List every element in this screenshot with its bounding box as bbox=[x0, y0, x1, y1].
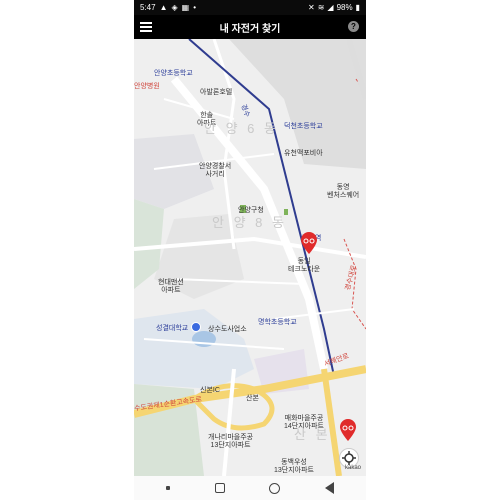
bike-pin-icon[interactable] bbox=[340, 419, 356, 441]
battery-percent: 98% bbox=[336, 3, 353, 12]
signal-icon: ◢ bbox=[327, 3, 334, 12]
map-label-gaenari-line2: 13단지아파트 bbox=[210, 442, 251, 449]
map-label-dongbo-line2: 13단지아파트 bbox=[274, 467, 314, 474]
map-label-hospital: 안양병원 bbox=[134, 83, 160, 90]
map-label-yuchun: 유천맥포비아 bbox=[284, 150, 323, 157]
map-label-dongil: 동일 테크노타운 bbox=[288, 258, 320, 274]
calendar-icon: ▦ bbox=[181, 3, 190, 12]
battery-icon: ▮ bbox=[355, 3, 360, 12]
map-label-hyundai: 현대맨션 아파트 bbox=[158, 279, 184, 295]
map-label-hyundai-line2: 아파트 bbox=[161, 287, 181, 294]
map-label-myeonghak-elem: 명학초등학교 bbox=[258, 319, 297, 326]
circle-home-icon[interactable] bbox=[269, 482, 281, 494]
map-label-dongbo-line1: 동백우성 bbox=[281, 459, 307, 466]
map-label-sinbon: 산본 bbox=[246, 395, 259, 402]
bike-pin-icon[interactable] bbox=[301, 232, 317, 254]
map-label-anyang8dong: 안 양 8 동 bbox=[212, 215, 287, 230]
square-icon[interactable] bbox=[214, 483, 225, 493]
map-label-sinbon-ic: 신본IC bbox=[200, 387, 220, 394]
map-label-dongil-line1: 동일 bbox=[297, 258, 311, 265]
warning-icon: ▲ bbox=[159, 3, 168, 12]
map-label-dongyang: 동영 벤처스퀘어 bbox=[327, 184, 359, 200]
status-bar: 5:47 ▲ ◈ ▦ • ✕ ≋ ◢ 98% ▮ bbox=[134, 0, 366, 15]
map-label-hanul-apt-line1: 한솔 bbox=[200, 112, 214, 119]
map-label-gaenari: 개나리마을주공 13단지아파트 bbox=[208, 434, 253, 450]
map-label-anyang6dong: 안 양 6 동 bbox=[204, 121, 279, 136]
map-label-police: 안양경찰서 사거리 bbox=[199, 163, 231, 179]
map-label-police-line2: 사거리 bbox=[205, 171, 225, 178]
map-view[interactable]: 안양초등학교 안양병원 아발론호텔 한솔 아파트 안 양 6 동 안양경찰서 사… bbox=[134, 39, 366, 476]
map-label-dongyang-line2: 벤처스퀘어 bbox=[327, 192, 360, 199]
map-label-dongyang-line1: 동영 bbox=[336, 184, 350, 191]
app-title: 내 자전거 찾기 bbox=[219, 23, 281, 35]
shield-icon: ◈ bbox=[171, 3, 178, 12]
map-label-sangsu-office: 상수도사업소 bbox=[208, 326, 247, 333]
kakao-logo: kakao bbox=[345, 465, 362, 471]
status-time: 5:47 bbox=[140, 3, 156, 12]
map-label-dongil-line2: 테크노타운 bbox=[288, 266, 321, 273]
system-nav-bar bbox=[134, 476, 366, 500]
triangle-back-icon[interactable] bbox=[324, 482, 334, 494]
map-label-gaenari-line1: 개나리마을주공 bbox=[208, 434, 254, 441]
map-label-sanbondong: 산 본 bbox=[294, 427, 331, 442]
map-canvas bbox=[134, 39, 366, 476]
app-bar: 내 자전거 찾기 ? bbox=[134, 15, 366, 39]
mute-icon: ✕ bbox=[308, 3, 315, 12]
map-label-deokcheon-elem: 덕천초등학교 bbox=[284, 123, 323, 130]
map-label-abalon-hotel: 아발론호텔 bbox=[200, 89, 233, 96]
map-label-anyanggucheong: 안양구청 bbox=[238, 207, 264, 214]
map-label-police-line1: 안양경찰서 bbox=[199, 163, 232, 170]
help-icon[interactable]: ? bbox=[348, 21, 359, 32]
map-label-anyang-elem: 안양초등학교 bbox=[154, 70, 193, 77]
map-label-dongbo: 동백우성 13단지아파트 bbox=[274, 459, 314, 475]
hamburger-menu-icon[interactable] bbox=[140, 20, 152, 32]
map-label-maehwa-line1: 매화마을주공 bbox=[284, 415, 324, 422]
recents-dot-icon[interactable] bbox=[166, 486, 171, 490]
map-label-seonggyeol-univ: 성결대학교 bbox=[156, 325, 189, 332]
current-location-dot-icon bbox=[191, 322, 201, 332]
map-label-hyundai-line1: 현대맨션 bbox=[158, 279, 184, 286]
dot-icon: • bbox=[193, 3, 197, 12]
phone-screen: 5:47 ▲ ◈ ▦ • ✕ ≋ ◢ 98% ▮ 내 자전거 찾기 ? 안양초등… bbox=[134, 0, 366, 500]
wifi-icon: ≋ bbox=[317, 3, 325, 12]
